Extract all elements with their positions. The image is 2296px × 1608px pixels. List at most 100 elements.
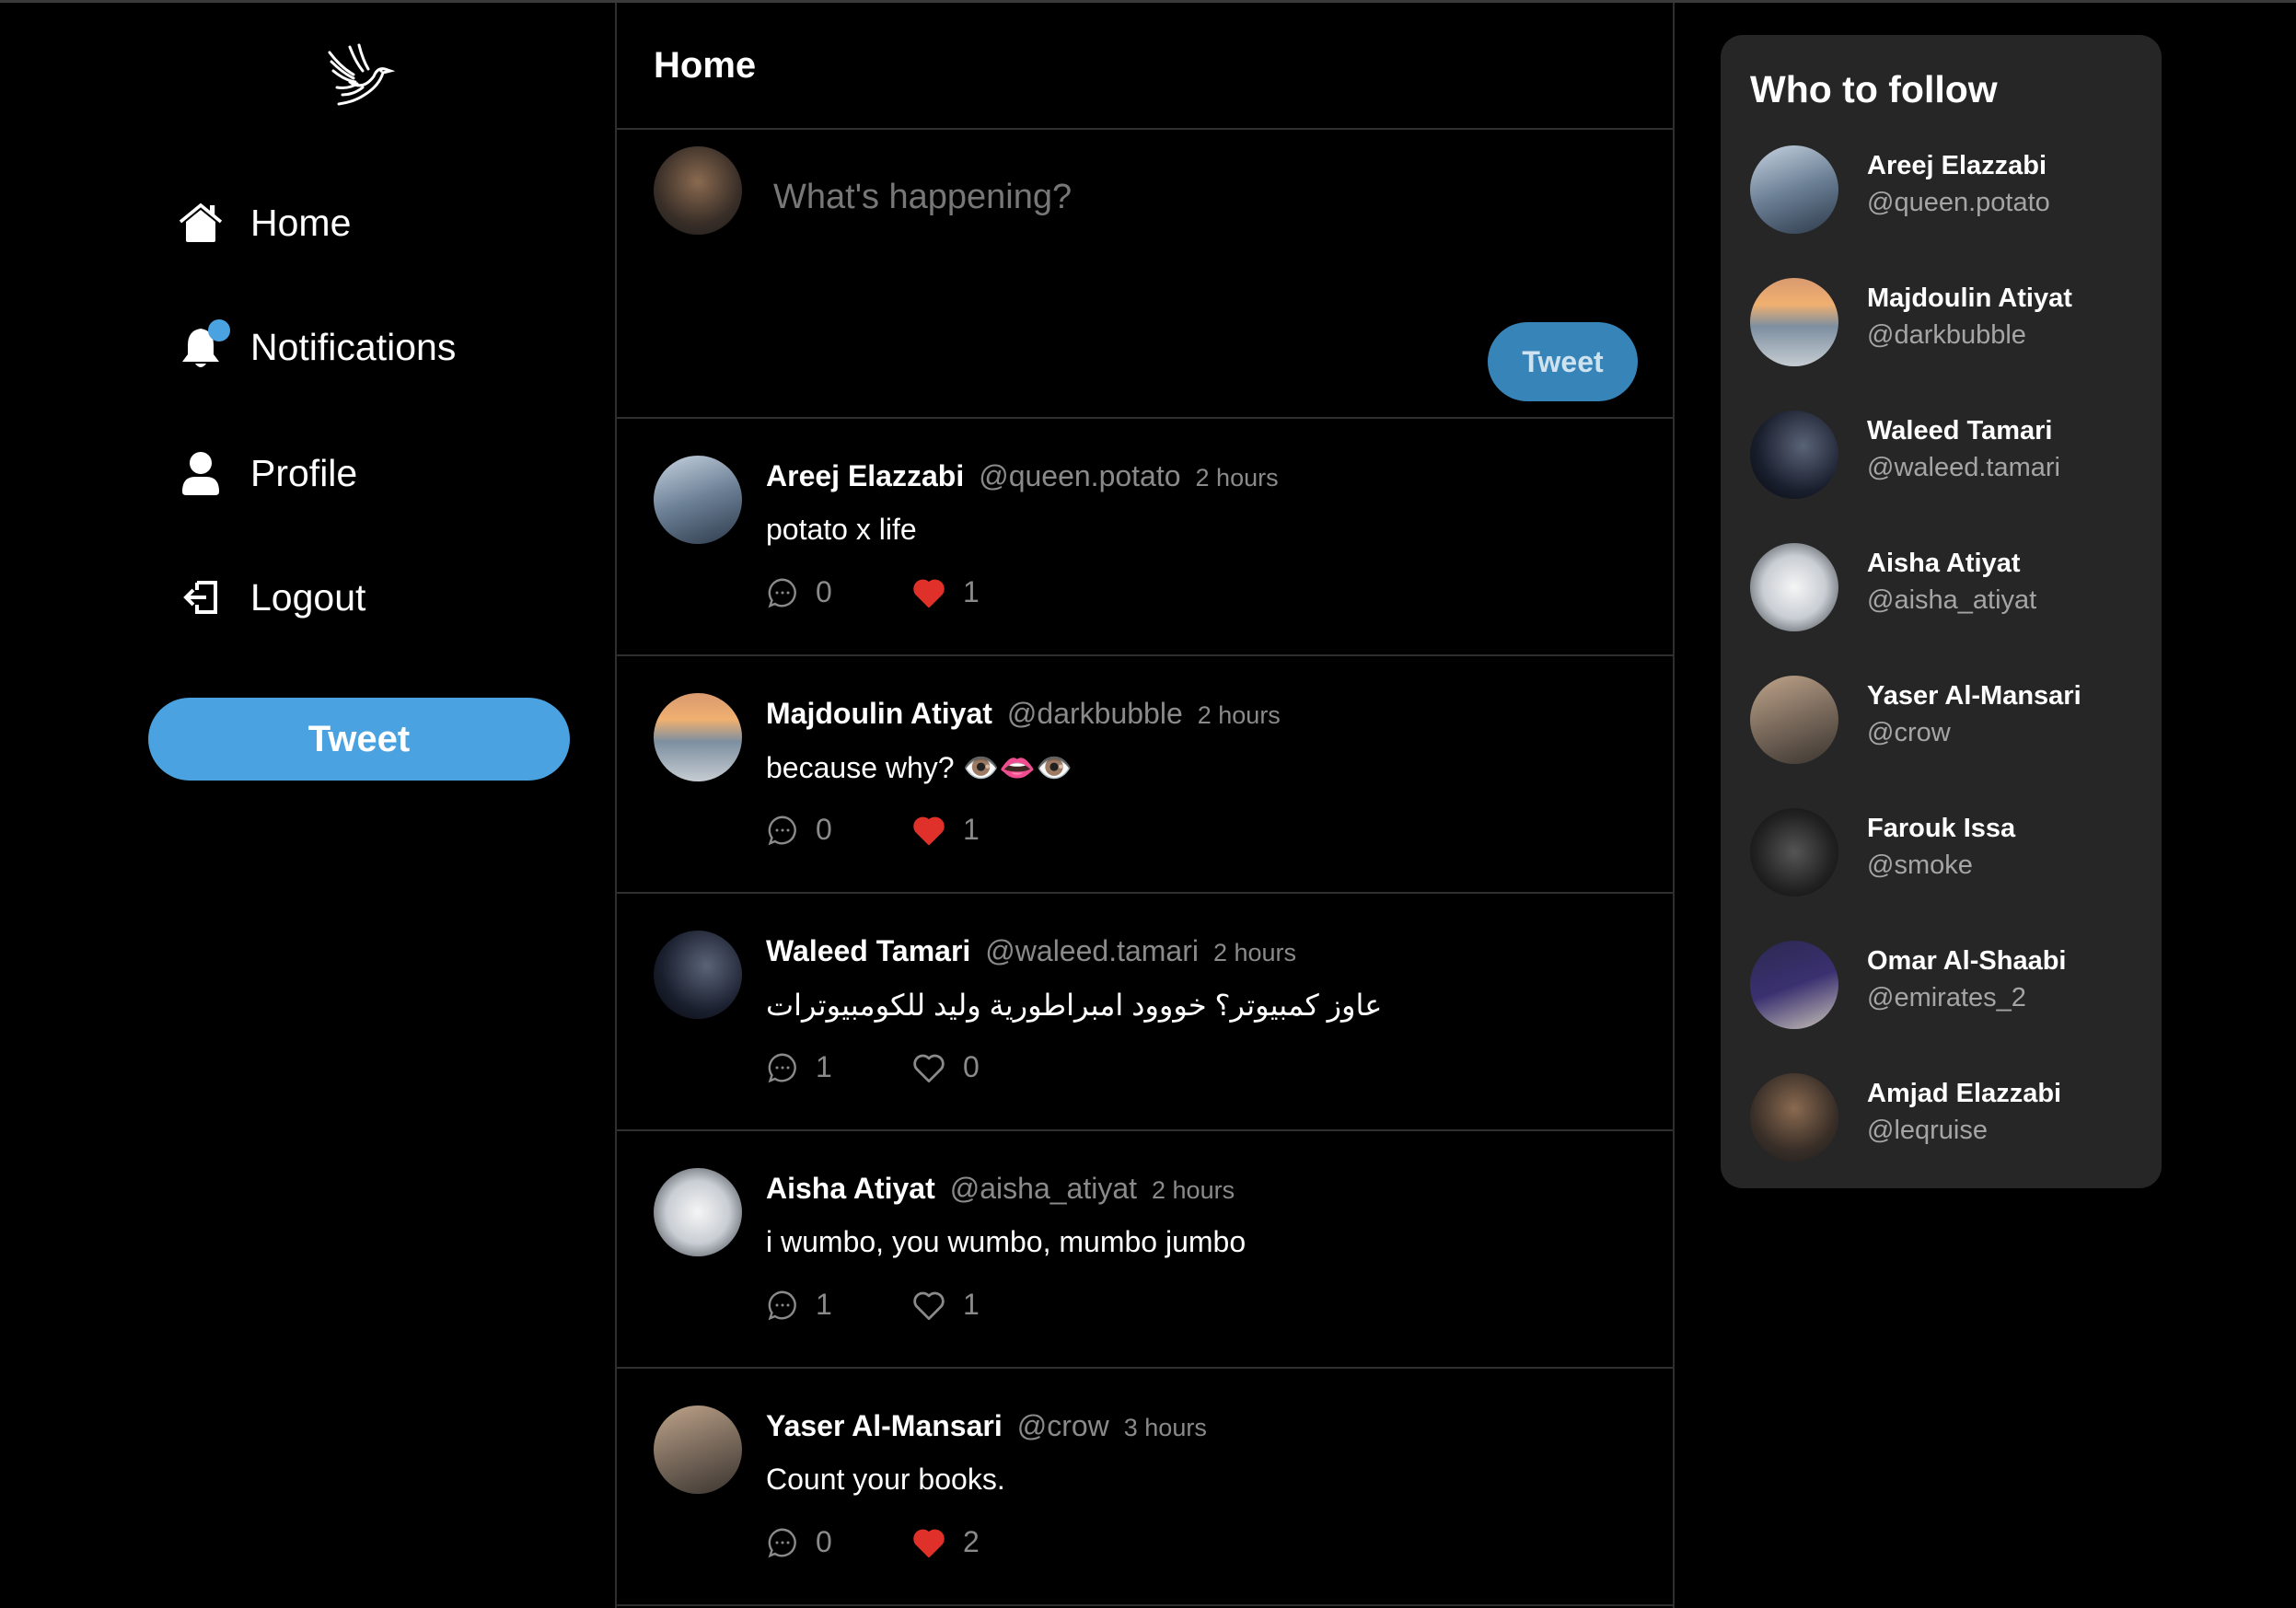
heart-icon xyxy=(913,1529,945,1557)
tweet[interactable]: Waleed Tamari @waleed.tamari 2 hours عاوز … xyxy=(617,894,1673,1131)
comment-icon xyxy=(768,1528,796,1557)
like-button[interactable]: 1 xyxy=(911,1288,980,1322)
bird-logo-icon[interactable] xyxy=(322,40,396,113)
like-button[interactable]: 0 xyxy=(911,1050,980,1084)
nav-home-label: Home xyxy=(250,201,352,244)
avatar[interactable] xyxy=(654,1406,742,1494)
tweet-author-handle[interactable]: @waleed.tamari xyxy=(985,934,1199,968)
suggestion-name: Farouk Issa xyxy=(1867,814,2016,843)
avatar[interactable] xyxy=(654,1168,742,1256)
avatar xyxy=(654,146,742,235)
comment-icon xyxy=(768,578,796,607)
tweet-author-name[interactable]: Aisha Atiyat xyxy=(766,1172,935,1206)
comment-button[interactable]: 1 xyxy=(766,1288,832,1322)
comment-icon xyxy=(768,1290,796,1320)
suggestion-handle: @crow xyxy=(1867,718,1951,747)
tweet-text: عاوز كمبيوتر؟ خووود امبراطورية وليد للكو… xyxy=(766,989,1383,1022)
suggestion-name: Majdoulin Atiyat xyxy=(1867,283,2072,313)
compose-tweet-button[interactable]: Tweet xyxy=(1488,322,1638,401)
follow-suggestion[interactable]: Yaser Al-Mansari @crow xyxy=(1750,676,2137,764)
tweet-time: 2 hours xyxy=(1195,464,1279,492)
like-button[interactable]: 1 xyxy=(911,575,980,609)
sidebar: Home Notifications Profile Logout Tweet xyxy=(0,3,615,1608)
tweet-time: 2 hours xyxy=(1197,701,1281,729)
like-button[interactable]: 1 xyxy=(911,813,980,847)
comment-button[interactable]: 0 xyxy=(766,575,832,609)
avatar[interactable] xyxy=(1750,808,1838,897)
follow-suggestion[interactable]: Aisha Atiyat @aisha_atiyat xyxy=(1750,543,2137,631)
follow-suggestion[interactable]: Majdoulin Atiyat @darkbubble xyxy=(1750,278,2137,366)
tweet-author-name[interactable]: Waleed Tamari xyxy=(766,934,970,968)
comment-icon xyxy=(768,816,796,845)
follow-suggestion[interactable]: Amjad Elazzabi @leqruise xyxy=(1750,1073,2137,1162)
avatar[interactable] xyxy=(1750,411,1838,499)
nav-notifications[interactable]: Notifications xyxy=(175,315,456,379)
like-button[interactable]: 2 xyxy=(911,1525,980,1559)
comment-count: 0 xyxy=(816,1525,832,1558)
comment-button[interactable]: 0 xyxy=(766,1525,832,1559)
suggestion-handle: @waleed.tamari xyxy=(1867,453,2060,482)
logout-icon xyxy=(175,572,226,623)
suggestion-name: Waleed Tamari xyxy=(1867,416,2053,445)
tweet-list: Areej Elazzabi @queen.potato 2 hours potat… xyxy=(617,419,1673,1606)
nav-logout-label: Logout xyxy=(250,575,366,619)
like-count: 2 xyxy=(963,1525,980,1558)
like-count: 1 xyxy=(963,575,980,608)
tweet[interactable]: Aisha Atiyat @aisha_atiyat 2 hours i wumbo… xyxy=(617,1131,1673,1369)
main-feed: Home What's happening? Tweet Areej Elazz… xyxy=(615,3,1675,1608)
suggestion-name: Yaser Al-Mansari xyxy=(1867,681,2081,711)
like-count: 1 xyxy=(963,1288,980,1321)
avatar[interactable] xyxy=(1750,941,1838,1029)
heart-icon xyxy=(913,1054,945,1082)
avatar[interactable] xyxy=(654,693,742,781)
sidebar-tweet-button[interactable]: Tweet xyxy=(148,698,570,781)
comment-button[interactable]: 0 xyxy=(766,813,832,847)
nav-home[interactable]: Home xyxy=(175,191,351,255)
avatar[interactable] xyxy=(654,931,742,1019)
avatar[interactable] xyxy=(1750,543,1838,631)
tweet[interactable]: Areej Elazzabi @queen.potato 2 hours potat… xyxy=(617,419,1673,656)
nav-profile[interactable]: Profile xyxy=(175,441,357,505)
like-count: 1 xyxy=(963,813,980,846)
follow-suggestion[interactable]: Waleed Tamari @waleed.tamari xyxy=(1750,411,2137,499)
like-count: 0 xyxy=(963,1050,980,1083)
suggestion-handle: @emirates_2 xyxy=(1867,983,2026,1012)
comment-count: 0 xyxy=(816,575,832,608)
bell-icon xyxy=(175,319,230,373)
compose-input[interactable]: What's happening? xyxy=(773,178,1072,217)
suggestion-handle: @smoke xyxy=(1867,850,1973,880)
avatar[interactable] xyxy=(654,456,742,544)
avatar[interactable] xyxy=(1750,1073,1838,1162)
follow-suggestion[interactable]: Areej Elazzabi @queen.potato xyxy=(1750,145,2137,234)
comment-count: 0 xyxy=(816,813,832,846)
tweet-author-handle[interactable]: @darkbubble xyxy=(1007,697,1183,731)
avatar[interactable] xyxy=(1750,676,1838,764)
comment-button[interactable]: 1 xyxy=(766,1050,832,1084)
suggestion-name: Aisha Atiyat xyxy=(1867,549,2021,578)
tweet-time: 3 hours xyxy=(1123,1414,1207,1441)
tweet[interactable]: Yaser Al-Mansari @crow 3 hours Count your … xyxy=(617,1369,1673,1606)
heart-icon xyxy=(913,816,945,845)
user-icon xyxy=(175,447,226,499)
nav-profile-label: Profile xyxy=(250,451,358,494)
comment-count: 1 xyxy=(816,1050,832,1083)
tweet-author-handle[interactable]: @crow xyxy=(1017,1409,1109,1443)
tweet-author-name[interactable]: Yaser Al-Mansari xyxy=(766,1409,1003,1443)
home-icon xyxy=(175,197,226,249)
tweet[interactable]: Majdoulin Atiyat @darkbubble 2 hours becau… xyxy=(617,656,1673,894)
follow-suggestion[interactable]: Farouk Issa @smoke xyxy=(1750,808,2137,897)
tweet-author-handle[interactable]: @aisha_atiyat xyxy=(950,1172,1137,1206)
compose-box: What's happening? Tweet xyxy=(617,130,1673,419)
comment-count: 1 xyxy=(816,1288,832,1321)
tweet-author-name[interactable]: Majdoulin Atiyat xyxy=(766,697,992,731)
tweet-author-handle[interactable]: @queen.potato xyxy=(979,459,1180,493)
follow-suggestion[interactable]: Omar Al-Shaabi @emirates_2 xyxy=(1750,941,2137,1029)
avatar[interactable] xyxy=(1750,145,1838,234)
tweet-text: because why? 👁️👄👁️ xyxy=(766,751,1073,784)
tweet-author-name[interactable]: Areej Elazzabi xyxy=(766,459,964,493)
avatar[interactable] xyxy=(1750,278,1838,366)
suggestion-name: Amjad Elazzabi xyxy=(1867,1079,2062,1108)
suggestion-name: Omar Al-Shaabi xyxy=(1867,946,2067,976)
suggestion-handle: @leqruise xyxy=(1867,1116,1988,1145)
nav-logout[interactable]: Logout xyxy=(175,565,365,630)
